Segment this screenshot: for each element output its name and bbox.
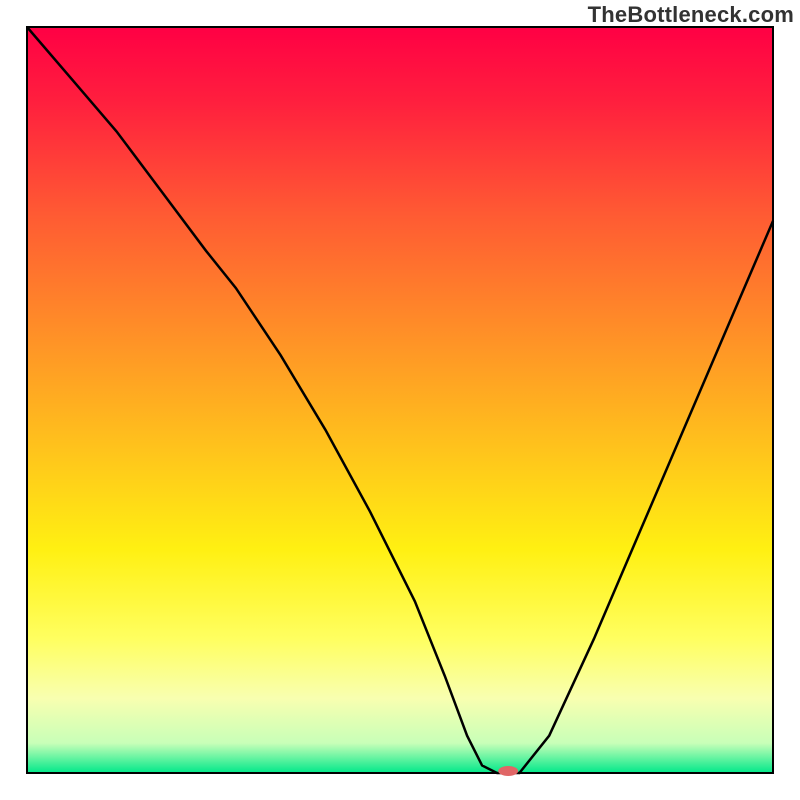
watermark-text: TheBottleneck.com [588, 2, 794, 28]
bottleneck-chart [0, 0, 800, 800]
gradient-background [27, 27, 773, 773]
chart-container: TheBottleneck.com [0, 0, 800, 800]
min-marker [498, 766, 518, 776]
